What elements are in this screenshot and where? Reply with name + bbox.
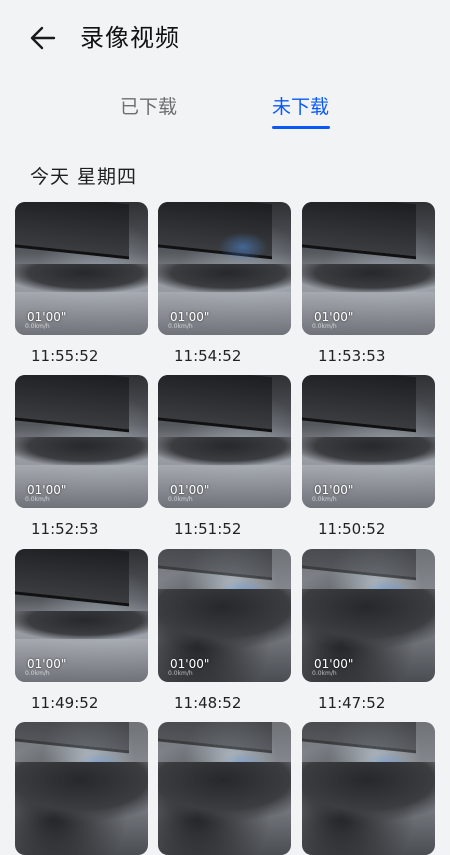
video-item: 01'00" 0.0km/h 11:53:53 <box>302 202 435 365</box>
video-thumbnail[interactable] <box>15 722 148 855</box>
video-speed: 0.0km/h <box>168 496 193 503</box>
video-thumbnail[interactable] <box>302 722 435 855</box>
video-speed: 0.0km/h <box>168 323 193 330</box>
page-title: 录像视频 <box>80 24 180 52</box>
video-thumbnail[interactable]: 01'00" 0.0km/h <box>15 202 148 335</box>
video-time: 11:53:53 <box>318 347 386 365</box>
video-speed: 0.0km/h <box>168 670 193 677</box>
video-item <box>302 722 435 855</box>
date-section-title: 今天 星期四 <box>30 166 138 188</box>
video-time: 11:52:53 <box>31 520 99 538</box>
video-speed: 0.0km/h <box>312 670 337 677</box>
video-speed: 0.0km/h <box>312 496 337 503</box>
video-item: 01'00" 0.0km/h 11:48:52 <box>158 549 291 712</box>
video-thumbnail[interactable] <box>158 722 291 855</box>
video-time: 11:51:52 <box>174 520 242 538</box>
video-speed: 0.0km/h <box>25 323 50 330</box>
video-item <box>158 722 291 855</box>
video-thumbnail[interactable]: 01'00" 0.0km/h <box>158 375 291 508</box>
video-time: 11:50:52 <box>318 520 386 538</box>
video-item: 01'00" 0.0km/h 11:50:52 <box>302 375 435 538</box>
arrow-left-icon <box>30 26 56 50</box>
back-button[interactable] <box>26 22 60 54</box>
video-thumbnail[interactable]: 01'00" 0.0km/h <box>158 202 291 335</box>
video-time: 11:49:52 <box>31 694 99 712</box>
video-speed: 0.0km/h <box>25 670 50 677</box>
video-item: 01'00" 0.0km/h 11:55:52 <box>15 202 148 365</box>
tab-bar: 已下载 未下载 <box>0 88 450 138</box>
video-item: 01'00" 0.0km/h 11:49:52 <box>15 549 148 712</box>
app-header: 录像视频 <box>0 0 450 76</box>
video-item: 01'00" 0.0km/h 11:54:52 <box>158 202 291 365</box>
video-speed: 0.0km/h <box>312 323 337 330</box>
video-item: 01'00" 0.0km/h 11:47:52 <box>302 549 435 712</box>
video-thumbnail[interactable]: 01'00" 0.0km/h <box>302 549 435 682</box>
video-thumbnail[interactable]: 01'00" 0.0km/h <box>302 202 435 335</box>
tab-not-downloaded[interactable]: 未下载 <box>272 94 329 120</box>
video-thumbnail[interactable]: 01'00" 0.0km/h <box>302 375 435 508</box>
video-item: 01'00" 0.0km/h 11:52:53 <box>15 375 148 538</box>
tab-downloaded[interactable]: 已下载 <box>120 94 177 120</box>
video-time: 11:55:52 <box>31 347 99 365</box>
video-item: 01'00" 0.0km/h 11:51:52 <box>158 375 291 538</box>
video-time: 11:48:52 <box>174 694 242 712</box>
video-time: 11:47:52 <box>318 694 386 712</box>
video-thumbnail[interactable]: 01'00" 0.0km/h <box>158 549 291 682</box>
video-speed: 0.0km/h <box>25 496 50 503</box>
video-time: 11:54:52 <box>174 347 242 365</box>
video-thumbnail[interactable]: 01'00" 0.0km/h <box>15 549 148 682</box>
active-tab-indicator <box>272 126 330 129</box>
video-thumbnail[interactable]: 01'00" 0.0km/h <box>15 375 148 508</box>
video-item <box>15 722 148 855</box>
